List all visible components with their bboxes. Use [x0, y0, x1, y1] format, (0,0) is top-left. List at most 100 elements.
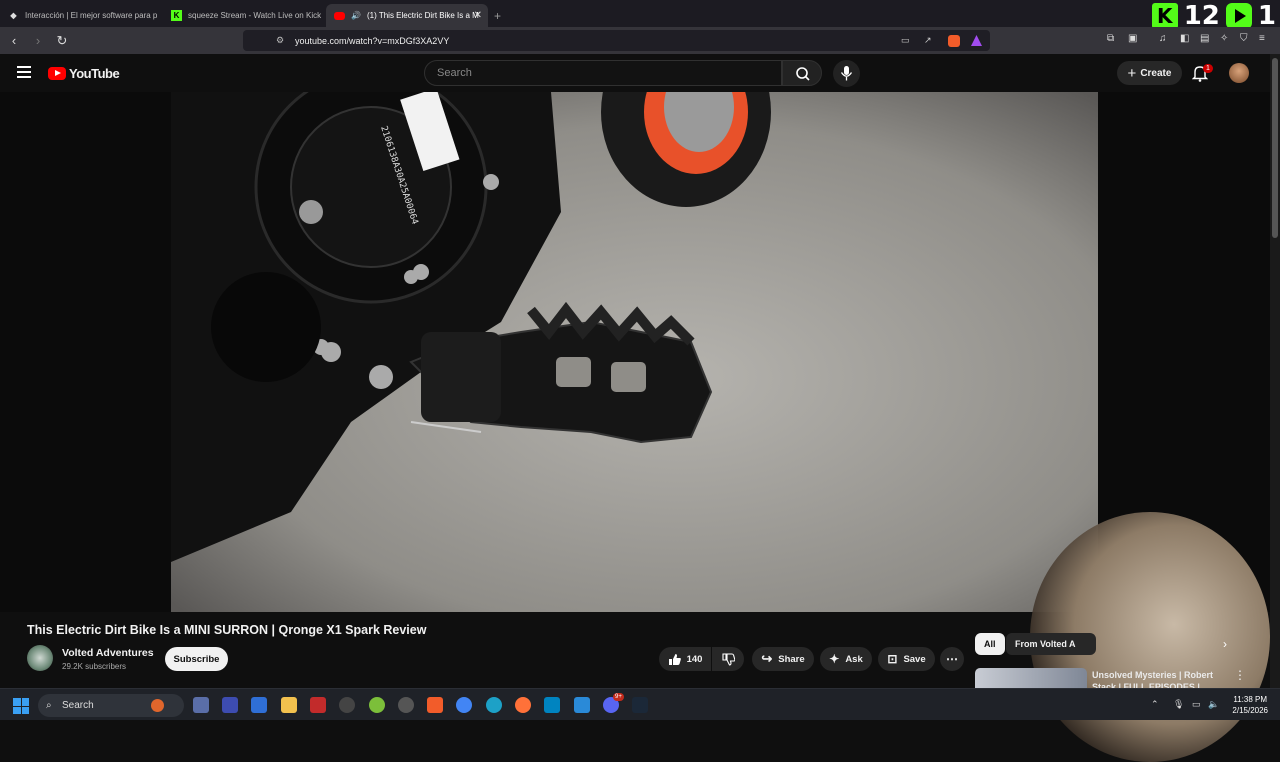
share-button[interactable]: ↪ Share — [752, 647, 814, 671]
windows-taskbar: ⌕ Search 9+ ⌃ 🎙 ▭ 🔈 11:38 PM 2/15/2026 — [0, 688, 1280, 720]
youtube-logo[interactable]: YouTube — [48, 66, 120, 81]
play-icon — [1225, 3, 1252, 29]
video-player[interactable]: 2106138A30A25A00064 — [0, 92, 1270, 762]
back-icon[interactable]: ‹ — [4, 33, 24, 48]
brave-browser-icon[interactable] — [427, 697, 443, 713]
vpn-icon[interactable]: ⛉ — [1240, 33, 1248, 44]
reload-icon[interactable]: ↻ — [52, 33, 72, 49]
youtube-header: YouTube Search + Create — [0, 54, 1270, 92]
app-icon-gray[interactable] — [398, 697, 414, 713]
save-button[interactable]: ⊡ Save — [878, 647, 935, 671]
kick-logo-icon: K — [1151, 3, 1178, 29]
account-avatar[interactable] — [1229, 63, 1249, 83]
chip-all[interactable]: All — [975, 633, 1005, 655]
chevron-right-icon[interactable]: › — [1223, 637, 1227, 651]
plus-icon: + — [1127, 64, 1137, 82]
youtube-icon — [334, 11, 345, 20]
dislike-button[interactable] — [712, 647, 744, 671]
app-icon-red[interactable] — [310, 697, 326, 713]
thumbs-up-icon — [668, 653, 681, 665]
search-icon: ⌕ — [46, 700, 52, 711]
address-bar[interactable]: ⚙ youtube.com/watch?v=mxDGf3XA2VY ▭ ↗ — [243, 30, 990, 51]
thumbs-down-icon — [721, 652, 735, 666]
taskbar-search-input[interactable]: ⌕ Search — [38, 694, 184, 717]
music-icon[interactable]: ♫ — [1159, 33, 1167, 44]
recommended-thumbnail[interactable] — [975, 668, 1087, 688]
app-icon-circle[interactable] — [339, 697, 355, 713]
more-actions-button[interactable]: ⋯ — [940, 647, 964, 671]
recommended-title[interactable]: Unsolved Mysteries | Robert Stack | FULL… — [1092, 669, 1232, 688]
create-button[interactable]: + Create — [1117, 61, 1182, 85]
page-scrollbar[interactable] — [1270, 54, 1280, 688]
subscriber-count: 29.2K subscribers — [62, 662, 127, 671]
wallet2-icon[interactable]: ▤ — [1200, 33, 1209, 44]
taskbar-search-placeholder: Search — [62, 700, 94, 711]
microphone-tray-icon[interactable]: 🎙 — [1173, 699, 1184, 710]
dirt-bike-footpeg-scene: 2106138A30A25A00064 — [171, 92, 1098, 612]
sparkle-icon: ✦ — [829, 652, 840, 666]
remote-desktop-icon[interactable] — [251, 697, 267, 713]
cast-icon[interactable]: ▭ — [901, 35, 910, 46]
task-view-icon[interactable] — [193, 697, 209, 713]
more-horizontal-icon: ⋯ — [946, 652, 958, 666]
tab-interaccion[interactable]: ◆ Interacción | El mejor software para p — [0, 4, 163, 27]
brave-rewards-icon[interactable] — [971, 35, 982, 46]
tab-kick-stream[interactable]: K squeeze Stream - Watch Live on Kick — [163, 4, 326, 27]
kick-icon: K — [171, 10, 182, 21]
site-info-icon[interactable]: ⚙ — [276, 35, 284, 46]
brave-shield-icon[interactable] — [948, 34, 960, 47]
hamburger-menu-icon[interactable] — [17, 66, 31, 81]
steam-icon[interactable] — [632, 697, 648, 713]
system-clock[interactable]: 11:38 PM 2/15/2026 — [1232, 694, 1268, 716]
search-input[interactable]: Search — [424, 60, 782, 86]
windows-start-icon[interactable] — [13, 698, 29, 714]
app-icon-green[interactable] — [369, 697, 385, 713]
firefox-icon[interactable] — [515, 697, 531, 713]
volume-icon[interactable]: 🔈 — [1208, 699, 1219, 710]
search-icon — [796, 67, 810, 81]
channel-name[interactable]: Volted Adventures — [62, 647, 154, 659]
close-tab-icon[interactable]: ✕ — [474, 10, 482, 21]
browser-tab-strip: ◆ Interacción | El mejor software para p… — [0, 0, 1280, 27]
video-title: This Electric Dirt Bike Is a MINI SURRON… — [27, 623, 427, 637]
tab-label: (1) This Electric Dirt Bike Is a M — [366, 11, 479, 20]
youtube-wordmark: YouTube — [69, 66, 120, 81]
ask-label: Ask — [845, 653, 863, 665]
bookmark-save-icon: ⊡ — [887, 652, 898, 666]
search-button[interactable] — [782, 60, 822, 86]
voice-search-button[interactable] — [833, 60, 860, 87]
scrollbar-thumb[interactable] — [1272, 58, 1278, 238]
arduino-icon[interactable] — [544, 697, 560, 713]
network-icon[interactable]: ▭ — [1192, 699, 1201, 710]
forward-icon[interactable]: › — [28, 33, 48, 48]
video-frame[interactable]: 2106138A30A25A00064 — [171, 92, 1098, 612]
share-label: Share — [778, 653, 805, 665]
save-label: Save — [903, 653, 926, 665]
app-icon-1[interactable] — [222, 697, 238, 713]
like-count: 140 — [686, 653, 703, 665]
vscode-icon[interactable] — [574, 697, 590, 713]
share-page-icon[interactable]: ↗ — [924, 35, 932, 46]
edge-icon[interactable] — [486, 697, 502, 713]
sidebar-icon[interactable]: ◧ — [1180, 33, 1189, 44]
subscribe-button[interactable]: Subscribe — [165, 647, 228, 671]
wallet-icon[interactable]: ▣ — [1128, 33, 1137, 44]
more-vertical-icon[interactable]: ⋮ — [1234, 668, 1246, 682]
microphone-icon — [840, 66, 853, 81]
chip-from-channel[interactable]: From Volted A — [1006, 633, 1096, 655]
notification-badge: 1 — [1203, 64, 1213, 73]
new-tab-button[interactable]: + — [494, 4, 501, 27]
speaker-icon[interactable]: 🔊 — [351, 11, 361, 20]
ask-button[interactable]: ✦ Ask — [820, 647, 872, 671]
tab-youtube-video[interactable]: 🔊 (1) This Electric Dirt Bike Is a M ✕ — [326, 4, 488, 27]
chrome-icon[interactable] — [456, 697, 472, 713]
tray-chevron-icon[interactable]: ⌃ — [1151, 699, 1159, 710]
leo-ai-icon[interactable]: ✧ — [1220, 33, 1228, 44]
tab-label: Interacción | El mejor software para p — [25, 11, 158, 20]
menu-icon[interactable]: ≡ — [1259, 33, 1265, 44]
search-placeholder: Search — [437, 67, 472, 79]
channel-avatar[interactable] — [27, 645, 53, 671]
like-button[interactable]: 140 — [659, 647, 711, 671]
extensions-icon[interactable]: ⧉ — [1107, 33, 1114, 44]
file-explorer-icon[interactable] — [281, 697, 297, 713]
